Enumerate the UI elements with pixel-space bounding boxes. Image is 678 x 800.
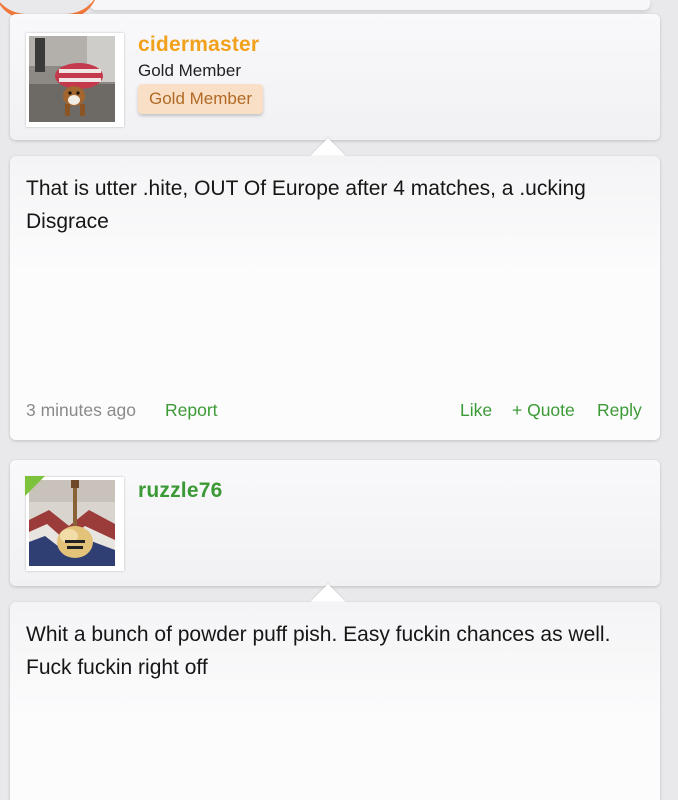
like-link[interactable]: Like	[460, 400, 492, 421]
user-badge: Gold Member	[138, 84, 263, 114]
username[interactable]: ruzzle76	[138, 479, 222, 503]
thread-page: cidermaster Gold Member Gold Member That…	[0, 0, 678, 800]
quote-link[interactable]: + Quote	[512, 400, 575, 421]
report-link[interactable]: Report	[165, 400, 218, 421]
user-title: Gold Member	[138, 61, 241, 80]
avatar[interactable]	[26, 33, 124, 127]
reply-link[interactable]: Reply	[597, 400, 642, 421]
user-card: cidermaster Gold Member Gold Member	[10, 14, 660, 140]
username[interactable]: cidermaster	[138, 33, 259, 57]
user-card: ruzzle76	[10, 460, 660, 586]
previous-post-card-edge	[90, 0, 650, 10]
post-card: That is utter .hite, OUT Of Europe after…	[10, 156, 660, 440]
post-body: Whit a bunch of powder puff pish. Easy f…	[26, 623, 611, 679]
online-status-indicator	[25, 476, 45, 496]
bulldog-photo-icon	[29, 36, 115, 122]
post-timestamp[interactable]: 3 minutes ago	[26, 400, 136, 421]
post-body: That is utter .hite, OUT Of Europe after…	[26, 177, 586, 233]
post-card: Whit a bunch of powder puff pish. Easy f…	[10, 602, 660, 800]
